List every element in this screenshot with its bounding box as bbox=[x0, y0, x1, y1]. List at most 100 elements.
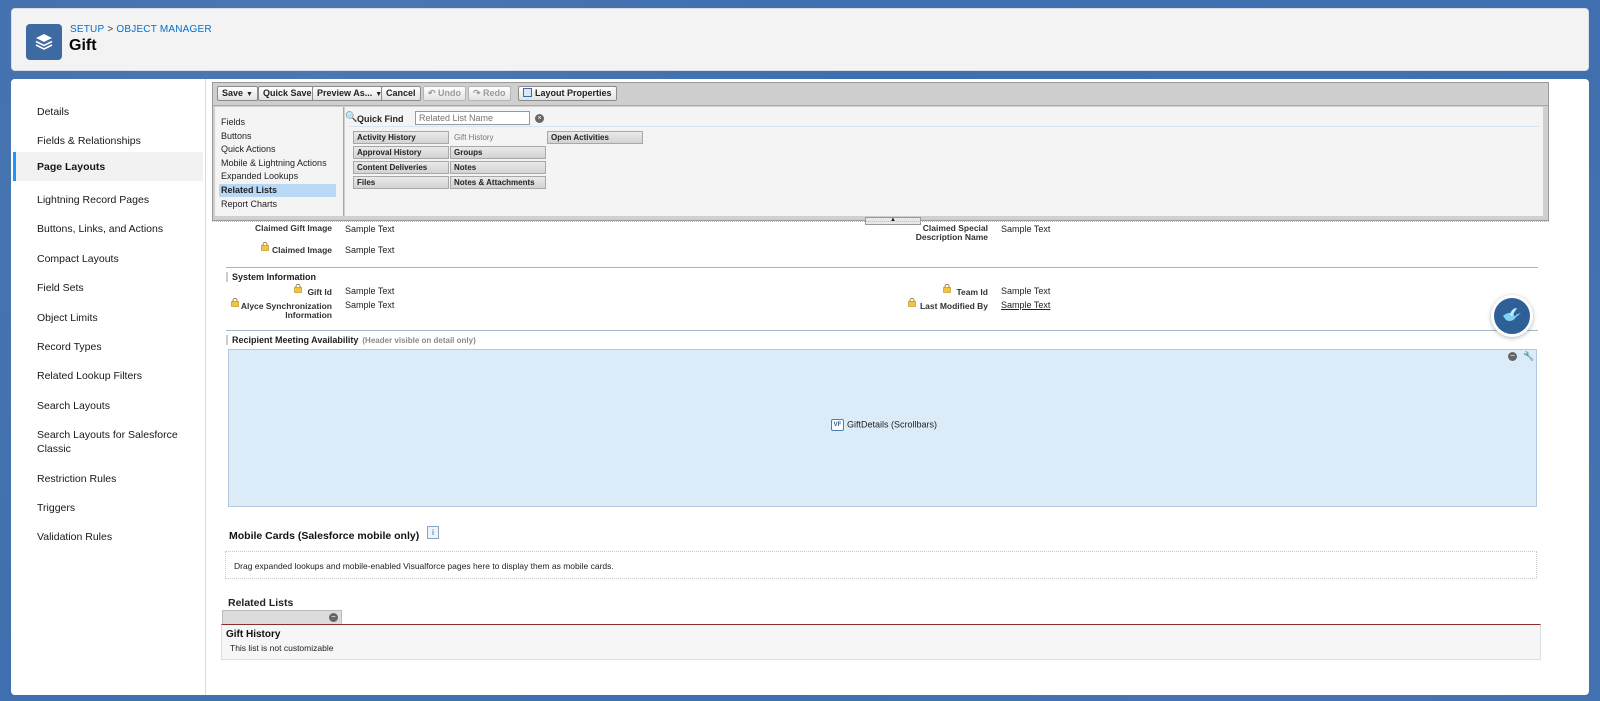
field-value-claimed-image[interactable]: Sample Text bbox=[345, 245, 394, 255]
main-container: Details Fields & Relationships Page Layo… bbox=[11, 79, 1589, 695]
category-expanded-lookups[interactable]: Expanded Lookups bbox=[219, 170, 336, 183]
sidebar-item-page-layouts[interactable]: Page Layouts bbox=[13, 152, 203, 181]
category-mobile-lightning-actions[interactable]: Mobile & Lightning Actions bbox=[219, 157, 336, 170]
category-quick-actions[interactable]: Quick Actions bbox=[219, 143, 336, 156]
sidebar-item-search-layouts[interactable]: Search Layouts bbox=[13, 393, 203, 419]
visualforce-icon: VF bbox=[831, 419, 844, 431]
breadcrumb-separator: > bbox=[107, 24, 114, 35]
hummingbird-assistant-button[interactable] bbox=[1491, 295, 1533, 337]
sidebar-item-restriction-rules[interactable]: Restriction Rules bbox=[13, 466, 203, 492]
sidebar-item-field-sets[interactable]: Field Sets bbox=[13, 275, 203, 301]
field-value-team-id[interactable]: Sample Text bbox=[1001, 286, 1050, 296]
palette-item-notes[interactable]: Notes bbox=[450, 161, 546, 174]
layout-editor: Save ▼ Quick Save Preview As... ▼ Cancel ↶… bbox=[212, 79, 1549, 695]
palette-categories: Fields Buttons Quick Actions Mobile & Li… bbox=[215, 107, 344, 216]
remove-icon[interactable]: − bbox=[1508, 352, 1517, 361]
save-label: Save bbox=[222, 88, 244, 98]
sidebar-item-buttons-links-actions[interactable]: Buttons, Links, and Actions bbox=[13, 216, 203, 242]
field-value-claimed-gift-image[interactable]: Sample Text bbox=[345, 224, 394, 234]
related-lists-title: Related Lists bbox=[228, 597, 294, 609]
undo-label: Undo bbox=[438, 88, 462, 98]
breadcrumb-setup[interactable]: SETUP bbox=[70, 24, 104, 35]
save-button[interactable]: Save ▼ bbox=[217, 86, 258, 101]
redo-label: Redo bbox=[483, 88, 506, 98]
clear-icon[interactable]: × bbox=[535, 114, 544, 123]
palette-item-groups[interactable]: Groups bbox=[450, 146, 546, 159]
sidebar-item-search-layouts-classic[interactable]: Search Layouts for Salesforce Classic bbox=[13, 422, 183, 462]
sidebar-item-compact-layouts[interactable]: Compact Layouts bbox=[13, 246, 203, 272]
related-list-handle[interactable]: − bbox=[222, 610, 342, 624]
category-report-charts[interactable]: Report Charts bbox=[219, 198, 336, 211]
object-header: SETUP > OBJECT MANAGER Gift bbox=[11, 8, 1589, 71]
search-icon: 🔍 bbox=[345, 112, 358, 123]
category-related-lists[interactable]: Related Lists bbox=[219, 184, 336, 197]
editor-toolbar: Save ▼ Quick Save Preview As... ▼ Cancel ↶… bbox=[213, 83, 1548, 106]
mobile-cards-title: Mobile Cards (Salesforce mobile only) bbox=[229, 530, 420, 542]
info-icon[interactable]: i bbox=[427, 526, 439, 539]
layout-properties-button[interactable]: Layout Properties bbox=[518, 86, 617, 101]
field-label-claimed-gift-image: Claimed Gift Image bbox=[255, 223, 332, 233]
undo-icon: ↶ bbox=[428, 88, 439, 98]
field-label-claimed-special: Claimed Special Description Name bbox=[915, 223, 988, 242]
quick-save-button[interactable]: Quick Save bbox=[258, 86, 317, 101]
sidebar-item-record-types[interactable]: Record Types bbox=[13, 334, 203, 360]
breadcrumb-object-manager[interactable]: OBJECT MANAGER bbox=[116, 24, 211, 35]
quick-find-input[interactable] bbox=[415, 111, 530, 125]
quick-find-label: Quick Find bbox=[357, 114, 404, 124]
page-title: Gift bbox=[69, 37, 97, 54]
palette-item-approval-history[interactable]: Approval History bbox=[353, 146, 449, 159]
sidebar-item-validation-rules[interactable]: Validation Rules bbox=[13, 524, 203, 550]
field-value-alyce-sync[interactable]: Sample Text bbox=[345, 300, 394, 310]
sidebar-item-object-limits[interactable]: Object Limits bbox=[13, 305, 203, 331]
cancel-button[interactable]: Cancel bbox=[381, 86, 421, 101]
preview-as-button[interactable]: Preview As... ▼ bbox=[312, 86, 388, 101]
redo-icon: ↷ bbox=[473, 88, 484, 98]
section-divider bbox=[226, 330, 1538, 331]
palette-item-files[interactable]: Files bbox=[353, 176, 449, 189]
mobile-cards-dropzone[interactable]: Drag expanded lookups and mobile-enabled… bbox=[225, 551, 1537, 579]
chevron-down-icon: ▼ bbox=[246, 91, 253, 98]
palette-divider bbox=[349, 126, 1539, 127]
field-value-gift-id[interactable]: Sample Text bbox=[345, 286, 394, 296]
remove-icon[interactable]: − bbox=[329, 613, 338, 622]
field-value-claimed-special[interactable]: Sample Text bbox=[1001, 224, 1050, 234]
related-list-note: This list is not customizable bbox=[230, 643, 334, 653]
section-header-recipient-meeting[interactable]: Recipient Meeting Availability (Header vi… bbox=[226, 335, 476, 345]
section-header-system-information[interactable]: System Information bbox=[226, 272, 316, 282]
visualforce-label: GiftDetails (Scrollbars) bbox=[847, 419, 938, 430]
palette-item-activity-history[interactable]: Activity History bbox=[353, 131, 449, 144]
visualforce-component[interactable]: VF GiftDetails (Scrollbars) bbox=[831, 419, 937, 431]
palette-item-gift-history[interactable]: Gift History bbox=[450, 131, 546, 144]
wrench-icon[interactable]: 🔧 bbox=[1523, 351, 1534, 362]
palette: Save ▼ Quick Save Preview As... ▼ Cancel ↶… bbox=[212, 82, 1549, 225]
field-value-last-modified-by[interactable]: Sample Text bbox=[1001, 300, 1050, 310]
sidebar: Details Fields & Relationships Page Layo… bbox=[11, 79, 206, 695]
palette-item-content-deliveries[interactable]: Content Deliveries bbox=[353, 161, 449, 174]
palette-items: 🔍 Quick Find × Activity History Gift His… bbox=[345, 107, 1543, 216]
field-label-team-id: Team Id bbox=[956, 287, 989, 297]
sidebar-item-lightning-record-pages[interactable]: Lightning Record Pages bbox=[13, 187, 203, 213]
sidebar-item-details[interactable]: Details bbox=[13, 99, 203, 125]
undo-button[interactable]: ↶ Undo bbox=[423, 86, 467, 101]
section-title: Recipient Meeting Availability bbox=[232, 335, 359, 345]
section-divider bbox=[226, 267, 1538, 268]
sidebar-item-related-lookup-filters[interactable]: Related Lookup Filters bbox=[13, 363, 203, 389]
section-hint: (Header visible on detail only) bbox=[362, 336, 476, 345]
layout-properties-icon bbox=[523, 88, 532, 97]
palette-item-notes-attachments[interactable]: Notes & Attachments bbox=[450, 176, 546, 189]
field-label-claimed-image: Claimed Image bbox=[272, 245, 332, 255]
hummingbird-icon bbox=[1503, 308, 1521, 321]
related-list-name: Gift History bbox=[226, 629, 281, 640]
layout-canvas: Claimed Gift Image Sample Text Claimed I… bbox=[212, 221, 1549, 695]
visualforce-page-area[interactable]: − 🔧 VF GiftDetails (Scrollbars) bbox=[228, 349, 1537, 507]
palette-item-open-activities[interactable]: Open Activities bbox=[547, 131, 643, 144]
related-list-gift-history[interactable]: Gift History This list is not customizab… bbox=[221, 624, 1541, 660]
category-fields[interactable]: Fields bbox=[219, 116, 336, 129]
sidebar-item-triggers[interactable]: Triggers bbox=[13, 495, 203, 521]
category-buttons[interactable]: Buttons bbox=[219, 130, 336, 143]
field-label-alyce-sync: Alyce Synchronization Information bbox=[240, 301, 332, 320]
canvas-top-border bbox=[212, 221, 1549, 223]
preview-as-label: Preview As... bbox=[317, 88, 373, 98]
sidebar-item-fields-relationships[interactable]: Fields & Relationships bbox=[13, 128, 203, 154]
redo-button[interactable]: ↷ Redo bbox=[468, 86, 511, 101]
